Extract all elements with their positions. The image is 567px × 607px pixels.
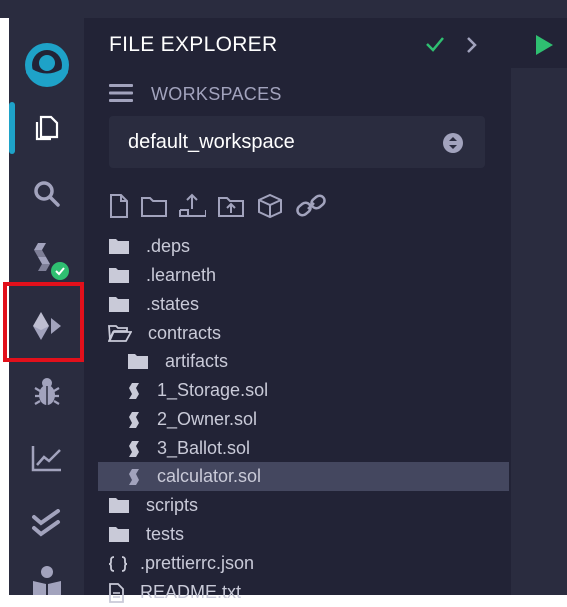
analysis-icon[interactable] [9,438,84,478]
workspaces-label: WORKSPACES [151,84,282,104]
tree-item-label: 1_Storage.sol [157,380,269,400]
new-file-icon[interactable] [108,193,130,219]
json-file-icon [108,556,128,572]
solidity-file-icon [129,383,139,399]
tree-item-1-storage[interactable]: 1_Storage.sol [98,376,509,405]
tree-item-scripts[interactable]: scripts [98,491,509,520]
tree-item-readme[interactable]: README.txt [98,578,509,607]
tree-item-2-owner[interactable]: 2_Owner.sol [98,405,509,434]
folder-icon [109,498,129,513]
tree-item-label: .states [146,294,200,314]
folder-open-icon [108,325,132,342]
file-explorer-icon[interactable] [9,108,84,148]
link-icon[interactable] [295,193,327,219]
solidity-file-icon [129,441,139,457]
new-folder-icon[interactable] [140,193,168,219]
learneth-icon[interactable] [9,565,84,595]
tree-item-artifacts[interactable]: artifacts [98,347,509,376]
tree-item-learneth[interactable]: .learneth [98,261,509,290]
folder-icon [109,527,129,542]
tree-item-label: contracts [148,323,222,343]
editor-side-panel [511,18,567,595]
top-bar [0,0,567,18]
tree-item-states[interactable]: .states [98,290,509,319]
chevron-right-icon[interactable] [465,36,479,54]
deploy-run-icon[interactable] [9,306,84,346]
solidity-compiler-icon[interactable] [9,240,84,280]
tree-item-label: scripts [146,495,199,515]
unit-testing-icon[interactable] [9,504,84,544]
tree-item-prettierrc[interactable]: .prettierrc.json [98,549,509,578]
tree-item-label: .deps [146,236,191,256]
solidity-file-icon [129,469,139,485]
tree-item-label: calculator.sol [157,466,262,486]
folder-icon [109,239,129,254]
publish-gist-icon[interactable] [178,193,206,219]
import-package-icon[interactable] [256,193,284,219]
tree-item-label: 2_Owner.sol [157,409,258,429]
play-icon[interactable] [534,34,554,56]
tree-item-label: tests [146,524,185,544]
tree-item-deps[interactable]: .deps [98,232,509,261]
tree-item-3-ballot[interactable]: 3_Ballot.sol [98,434,509,463]
workspace-select-value: default_workspace [128,131,295,153]
left-margin [0,18,9,595]
upload-icon[interactable] [217,193,245,219]
tree-item-label: 3_Ballot.sol [157,438,251,458]
panel-title: FILE EXPLORER [109,33,278,56]
debugger-icon[interactable] [9,372,84,412]
check-icon[interactable] [425,34,445,54]
hamburger-menu-icon[interactable] [109,83,133,103]
solidity-file-icon [129,412,139,428]
folder-icon [128,354,148,369]
tree-item-label: .prettierrc.json [140,553,255,573]
remix-logo-icon[interactable] [9,40,84,90]
text-file-icon [109,583,124,603]
folder-icon [109,268,129,283]
workspace-select[interactable]: default_workspace [109,116,485,168]
select-caret-icon [443,133,463,153]
tree-item-calculator[interactable]: calculator.sol [98,462,509,491]
search-icon[interactable] [9,174,84,214]
tree-item-label: README.txt [140,582,242,602]
folder-icon [109,297,129,312]
tree-item-tests[interactable]: tests [98,520,509,549]
tree-item-contracts[interactable]: contracts [98,319,509,348]
tree-item-label: .learneth [146,265,217,285]
tree-item-label: artifacts [165,351,229,371]
